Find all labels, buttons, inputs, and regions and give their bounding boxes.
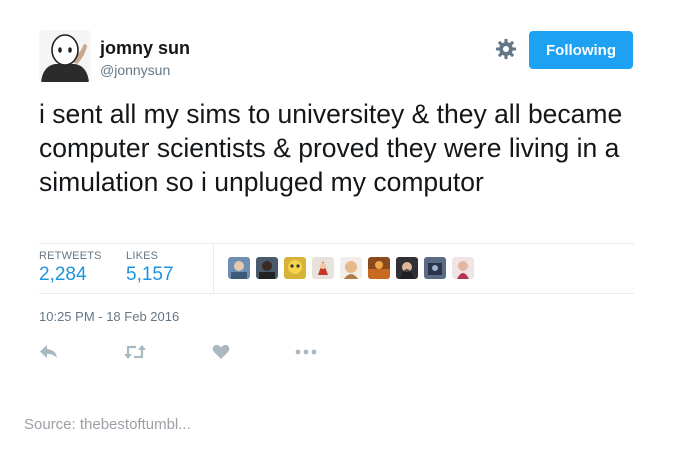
reply-icon[interactable] (37, 341, 61, 363)
source-caption: Source: thebestoftumbl... (24, 416, 191, 433)
liker-avatar[interactable] (284, 257, 306, 279)
liker-avatar[interactable] (368, 257, 390, 279)
retweets-label: RETWEETS (39, 250, 102, 262)
heart-icon[interactable] (209, 341, 233, 363)
retweet-icon[interactable] (123, 341, 147, 363)
liker-avatars (228, 257, 474, 279)
tweet-text: i sent all my sims to universitey & they… (39, 99, 623, 197)
more-icon[interactable] (294, 341, 318, 363)
stats-separator (213, 244, 214, 293)
gear-icon[interactable] (495, 38, 517, 60)
retweets-stat[interactable]: RETWEETS 2,284 (39, 250, 102, 286)
likes-count[interactable]: 5,157 (126, 264, 174, 286)
stats-top-divider (39, 243, 634, 244)
avatar[interactable] (39, 30, 91, 82)
liker-avatar[interactable] (228, 257, 250, 279)
liker-avatar[interactable] (452, 257, 474, 279)
liker-avatar[interactable] (256, 257, 278, 279)
liker-avatar[interactable] (340, 257, 362, 279)
likes-stat[interactable]: LIKES 5,157 (126, 250, 174, 286)
stats-bottom-divider (39, 293, 634, 294)
liker-avatar[interactable] (312, 257, 334, 279)
liker-avatar[interactable] (424, 257, 446, 279)
following-button[interactable]: Following (529, 31, 633, 69)
user-name[interactable]: jomny sun (100, 38, 190, 59)
likes-label: LIKES (126, 250, 159, 262)
retweets-count[interactable]: 2,284 (39, 264, 102, 286)
liker-avatar[interactable] (396, 257, 418, 279)
user-handle[interactable]: @jonnysun (100, 62, 170, 78)
tweet-timestamp[interactable]: 10:25 PM - 18 Feb 2016 (39, 309, 179, 324)
